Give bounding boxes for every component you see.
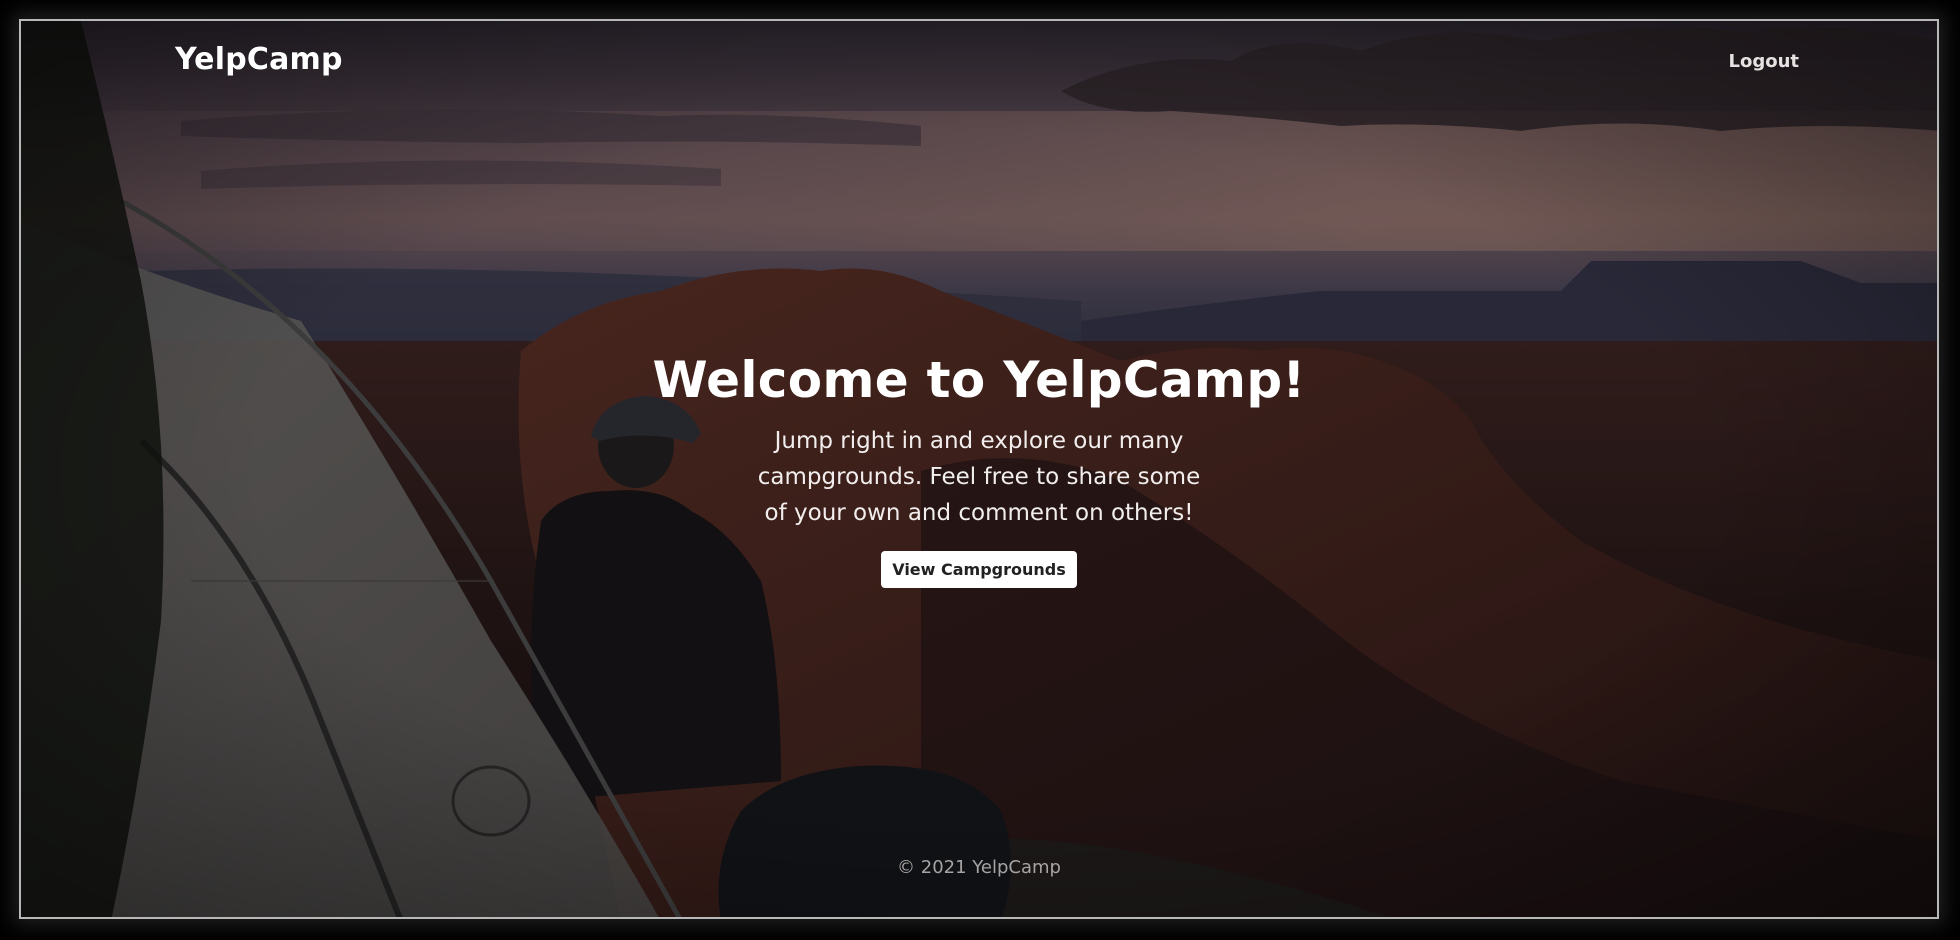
hero-title: Welcome to YelpCamp!: [652, 351, 1306, 409]
hero-subtitle: Jump right in and explore our many campg…: [757, 428, 1201, 526]
logout-link[interactable]: Logout: [1728, 51, 1799, 72]
view-campgrounds-button[interactable]: View Campgrounds: [881, 551, 1077, 588]
footer-copyright: © 2021 YelpCamp: [897, 857, 1061, 878]
navbar: YelpCamp Logout: [21, 21, 1937, 101]
brand-logo[interactable]: YelpCamp: [175, 42, 343, 77]
hero: Welcome to YelpCamp! Jump right in and e…: [21, 351, 1937, 588]
browser-viewport: YelpCamp Logout Welcome to YelpCamp! Jum…: [19, 19, 1939, 919]
